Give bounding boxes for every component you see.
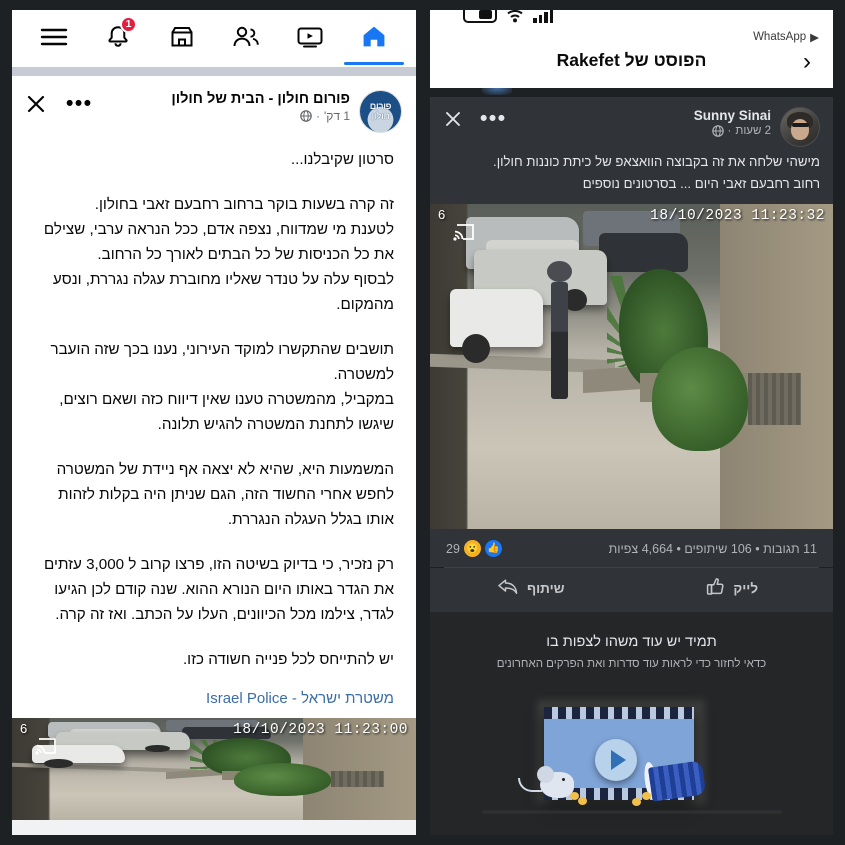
camera-number-label: 6	[438, 207, 446, 222]
notifications-badge: 1	[120, 15, 137, 33]
left-post-body: סרטון שקיבלנו... זה קרה בשעות בוקר ברחוב…	[12, 137, 416, 678]
phone-status-bar	[430, 10, 833, 27]
page-avatar-line2: חולון	[371, 110, 390, 121]
engagement-summary[interactable]: 11 תגובות • 106 שיתופים • 4,664 צפיות	[609, 542, 817, 556]
facebook-top-navbar: 1	[12, 10, 416, 65]
post-paragraph: תושבים שהתקשרו למוקד העירוני, נענו בכך ש…	[50, 341, 394, 433]
post-author-name[interactable]: Sunny Sinai	[694, 108, 771, 123]
share-button[interactable]: שיתוף	[430, 577, 632, 599]
nav-item-marketplace[interactable]	[154, 14, 210, 60]
post-paragraph: זה קרה בשעות בוקר ברחוב רחבעם זאבי בחולו…	[43, 196, 394, 313]
nav-item-watch[interactable]	[282, 14, 338, 60]
left-panel-bottom-bar	[12, 820, 416, 835]
post-paragraph: יש להתייחס לכל פנייה חשודה כזו.	[182, 651, 394, 668]
whatsapp-label-text: WhatsApp	[753, 31, 807, 43]
avatar[interactable]	[780, 107, 820, 147]
thumbs-up-icon	[706, 577, 725, 599]
police-page-link[interactable]: משטרת ישראל - Israel Police	[206, 690, 394, 707]
left-facebook-panel: 1 פורום חולון פורום חולון - הבית של חולו…	[12, 10, 416, 835]
like-thumb-icon: 👍	[484, 540, 502, 557]
cctv-scene	[430, 204, 833, 529]
nav-item-home[interactable]	[344, 14, 404, 65]
right-post-header: Sunny Sinai 2 שעות · •••	[430, 97, 833, 149]
battery-icon	[463, 10, 497, 23]
like-button[interactable]: לייק	[632, 577, 834, 599]
feed-divider	[12, 67, 416, 76]
nav-item-menu[interactable]	[26, 14, 82, 60]
nav-item-friends[interactable]	[218, 14, 274, 60]
close-x-icon[interactable]	[26, 94, 46, 114]
marketplace-store-icon	[169, 24, 195, 50]
video-watch-icon	[296, 25, 324, 49]
up-next-subtitle: כדאי לחזור כדי לראות עוד סדרות ואת הפרקי…	[496, 658, 767, 670]
cell-signal-icon	[533, 10, 553, 23]
more-options-dots-icon[interactable]: •••	[66, 93, 93, 114]
right-post-card: Sunny Sinai 2 שעות · ••• מישהי שלחה את ז…	[430, 97, 833, 204]
post-body-line: רחוב רחבעם זאבי היום ... בסרטונים נוספים	[582, 176, 820, 191]
share-button-label: שיתוף	[526, 580, 565, 596]
left-post-video[interactable]: 6 18/10/2023 11:23:00	[12, 718, 416, 820]
post-paragraph: המשמעות היא, שהיא לא יצאה אף ניידת של המ…	[56, 461, 394, 528]
whatsapp-referral-header: WhatsApp ▶ הפוסט של Rakefet ›	[430, 10, 833, 88]
page-title: הפוסט של Rakefet	[556, 50, 707, 70]
screenshot-root: 1 פורום חולון פורום חולון - הבית של חולו…	[0, 0, 845, 845]
cctv-timestamp-overlay: 18/10/2023 11:23:00	[233, 722, 408, 738]
mouse-figure-icon	[517, 766, 574, 798]
post-paragraph: רק נזכיר, כי בדיוק בשיטה הזו, פרצו קרוב …	[44, 556, 394, 623]
more-options-dots-icon[interactable]: •••	[480, 108, 507, 129]
friends-people-icon	[232, 25, 260, 49]
right-post-video[interactable]: 6 18/10/2023 11:23:32	[430, 204, 833, 529]
close-x-icon[interactable]	[444, 110, 462, 128]
share-arrow-icon	[497, 577, 519, 599]
post-timestamp: 1 דק'	[323, 109, 350, 123]
chevron-right-icon[interactable]: ›	[803, 50, 811, 74]
page-avatar[interactable]: פורום חולון	[359, 90, 402, 133]
like-button-label: לייק	[733, 580, 759, 596]
cctv-timestamp-overlay: 18/10/2023 11:23:32	[650, 208, 825, 224]
nav-item-notifications[interactable]: 1	[90, 14, 146, 60]
partially-hidden-blue-element	[482, 88, 512, 95]
up-next-title: תמיד יש עוד משהו לצפות בו	[546, 634, 717, 650]
reactions-group[interactable]: 29 😮 👍	[446, 540, 502, 557]
right-post-stats-row: 11 תגובות • 106 שיתופים • 4,664 צפיות 29…	[430, 529, 833, 567]
chromecast-icon[interactable]	[452, 222, 476, 247]
left-post-link-wrap: משטרת ישראל - Israel Police	[12, 678, 416, 718]
left-post-meta: פורום חולון - הבית של חולון 1 דק' ·	[171, 90, 350, 123]
play-triangle-icon: ▶	[810, 32, 819, 44]
play-button-icon[interactable]	[594, 739, 637, 781]
right-post-body: מישהי שלחה את זה בקבוצה הוואצאפ של כיתת …	[430, 149, 833, 204]
right-post-meta: Sunny Sinai 2 שעות ·	[694, 107, 771, 137]
film-strip-play-thumbnail[interactable]	[481, 692, 782, 827]
wow-emoji-icon: 😮	[463, 540, 481, 557]
person-figure	[547, 260, 572, 399]
wifi-icon	[506, 10, 524, 23]
post-timestamp: 2 שעות	[735, 125, 771, 137]
right-post-actions: •••	[444, 108, 507, 129]
home-icon	[361, 24, 387, 50]
left-post-header: פורום חולון פורום חולון - הבית של חולון …	[12, 80, 416, 137]
up-next-card: תמיד יש עוד משהו לצפות בו כדאי לחזור כדי…	[430, 612, 833, 835]
globe-public-icon	[300, 110, 312, 122]
left-post-actions: •••	[26, 93, 93, 114]
camera-number-label: 6	[20, 721, 28, 736]
whatsapp-source-label[interactable]: WhatsApp ▶	[753, 30, 819, 44]
right-facebook-panel: WhatsApp ▶ הפוסט של Rakefet › Sunny Sina…	[430, 10, 833, 835]
right-post-submeta: 2 שעות ·	[694, 125, 771, 137]
globe-public-icon	[711, 125, 724, 137]
post-paragraph: סרטון שקיבלנו...	[290, 151, 394, 168]
hamburger-menu-icon	[40, 27, 68, 47]
page-name[interactable]: פורום חולון - הבית של חולון	[171, 91, 350, 107]
chromecast-icon[interactable]	[34, 736, 58, 761]
post-body-line: מישהי שלחה את זה בקבוצה הוואצאפ של כיתת …	[493, 154, 820, 169]
reaction-count: 29	[446, 541, 460, 556]
whatsapp-title-row: הפוסט של Rakefet	[430, 50, 833, 71]
left-post-submeta: 1 דק' ·	[171, 109, 350, 123]
right-post-actions-row: לייק שיתוף	[430, 568, 833, 612]
